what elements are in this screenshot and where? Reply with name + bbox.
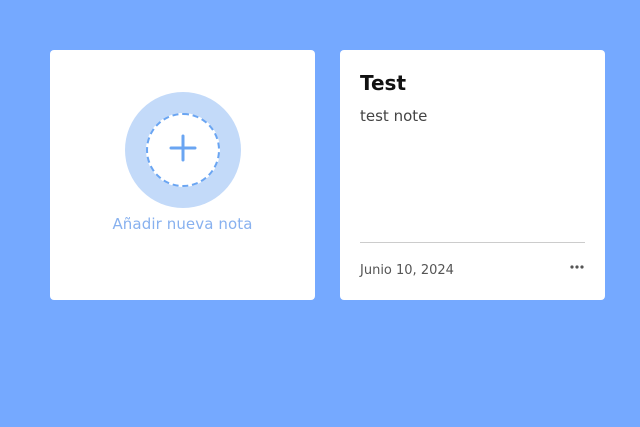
more-dots-icon[interactable]: [569, 259, 585, 275]
note-title: Test: [360, 71, 407, 95]
note-card: Test test note Junio 10, 2024: [340, 50, 605, 300]
add-note-dashed-circle[interactable]: [145, 113, 220, 187]
note-date: Junio 10, 2024: [360, 262, 454, 278]
note-body: test note: [360, 107, 428, 125]
add-note-card[interactable]: Añadir nueva nota: [50, 50, 315, 300]
add-note-circle[interactable]: [124, 92, 241, 208]
plus-icon: [168, 133, 198, 167]
note-footer: Junio 10, 2024: [360, 242, 585, 283]
add-note-label[interactable]: Añadir nueva nota: [112, 215, 252, 233]
